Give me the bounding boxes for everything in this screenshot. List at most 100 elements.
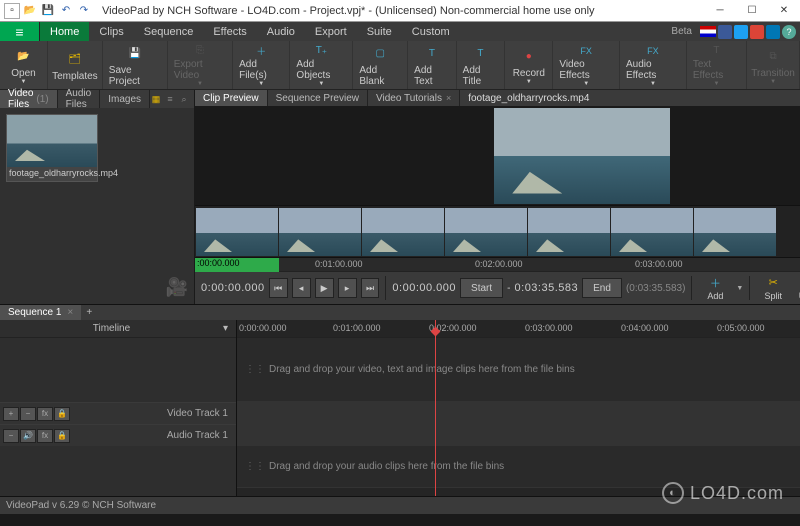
close-icon[interactable]: × bbox=[67, 307, 73, 318]
bin-tab-audio[interactable]: Audio Files bbox=[58, 90, 101, 108]
audio-track-1[interactable] bbox=[237, 424, 800, 446]
goto-end-button[interactable]: ⏭ bbox=[361, 278, 380, 298]
step-back-button[interactable]: ◂ bbox=[292, 278, 311, 298]
clip-in-region: :00:00.000 bbox=[195, 258, 279, 272]
qat-open-icon[interactable]: 📂 bbox=[22, 3, 38, 19]
filmstrip-frame[interactable] bbox=[611, 208, 693, 256]
minimize-button[interactable]: ─ bbox=[704, 0, 736, 22]
media-thumb[interactable]: footage_oldharryrocks.mp4 bbox=[6, 114, 98, 182]
add-text-icon: T bbox=[421, 43, 443, 64]
tab-clips[interactable]: Clips bbox=[89, 22, 133, 41]
tab-audio[interactable]: Audio bbox=[257, 22, 305, 41]
filmstrip-frame[interactable] bbox=[445, 208, 527, 256]
split-button[interactable]: ✂Split bbox=[756, 276, 790, 301]
maximize-button[interactable]: ☐ bbox=[736, 0, 768, 22]
track-lock-button[interactable]: 🔒 bbox=[54, 429, 70, 443]
add-title-button[interactable]: T Add Title bbox=[457, 41, 506, 89]
chevron-down-icon[interactable]: ▾ bbox=[223, 323, 236, 334]
filmstrip-frame[interactable] bbox=[196, 208, 278, 256]
record-button[interactable]: ● Record▼ bbox=[505, 41, 553, 89]
set-end-button[interactable]: End bbox=[582, 278, 622, 298]
flag-icon[interactable] bbox=[700, 26, 716, 37]
unlink-button[interactable]: ⛓Unlink bbox=[794, 276, 800, 301]
filmstrip[interactable] bbox=[195, 205, 800, 257]
preview-tab-sequence[interactable]: Sequence Preview bbox=[268, 90, 368, 106]
preview-tab-tutorials[interactable]: Video Tutorials× bbox=[368, 90, 460, 106]
audio-effects-button[interactable]: FX Audio Effects▼ bbox=[620, 41, 687, 89]
tab-effects[interactable]: Effects bbox=[203, 22, 256, 41]
bin-area[interactable]: footage_oldharryrocks.mp4 🎥 bbox=[0, 108, 194, 304]
menu-button[interactable]: ≡ bbox=[0, 22, 40, 41]
timeline-tracks[interactable]: 0:00:00.000 0:01:00.000 0:02:00.000 0:03… bbox=[237, 320, 800, 496]
tab-export[interactable]: Export bbox=[305, 22, 357, 41]
track-fx-button[interactable]: fx bbox=[37, 407, 53, 421]
video-drop-hint: Drag and drop your video, text and image… bbox=[269, 364, 575, 375]
export-video-button[interactable]: ⎘ Export Video▼ bbox=[168, 41, 233, 89]
gplus-icon[interactable] bbox=[750, 25, 764, 39]
track-lock-button[interactable]: 🔒 bbox=[54, 407, 70, 421]
preview-image bbox=[494, 108, 670, 204]
bin-view-list-icon[interactable]: ≡ bbox=[164, 93, 176, 105]
bin-search-icon[interactable]: ⌕ bbox=[178, 93, 190, 105]
twitter-icon[interactable] bbox=[734, 25, 748, 39]
facebook-icon[interactable] bbox=[718, 25, 732, 39]
filmstrip-frame[interactable] bbox=[694, 208, 776, 256]
add-objects-button[interactable]: T₊ Add Objects▼ bbox=[290, 41, 353, 89]
media-thumb-name: footage_oldharryrocks.mp4 bbox=[7, 167, 97, 181]
timeline-playhead[interactable] bbox=[435, 320, 436, 496]
preview-tab-clip[interactable]: Clip Preview bbox=[195, 90, 268, 106]
add-blank-button[interactable]: ▢ Add Blank bbox=[353, 41, 408, 89]
save-project-button[interactable]: 💾 Save Project bbox=[103, 41, 168, 89]
qat-new-icon[interactable]: ▫ bbox=[4, 3, 20, 19]
linkedin-icon[interactable] bbox=[766, 25, 780, 39]
track-add-button[interactable]: + bbox=[3, 407, 19, 421]
tab-sequence[interactable]: Sequence bbox=[134, 22, 204, 41]
watermark-logo-icon: ◐ bbox=[662, 482, 684, 504]
sequence-tab-1[interactable]: Sequence 1× bbox=[0, 305, 81, 320]
bin-view-grid-icon[interactable]: ▦ bbox=[150, 93, 162, 105]
qat-redo-icon[interactable]: ↷ bbox=[76, 3, 92, 19]
play-button[interactable]: ▶ bbox=[315, 278, 334, 298]
folder-open-icon: 📂 bbox=[13, 45, 35, 67]
filmstrip-frame[interactable] bbox=[528, 208, 610, 256]
preview-tabs: Clip Preview Sequence Preview Video Tuto… bbox=[195, 90, 800, 106]
close-icon[interactable]: × bbox=[446, 93, 451, 103]
tab-custom[interactable]: Custom bbox=[402, 22, 460, 41]
add-sequence-button[interactable]: + bbox=[81, 305, 97, 320]
qat-save-icon[interactable]: 💾 bbox=[40, 3, 56, 19]
filmstrip-frame[interactable] bbox=[362, 208, 444, 256]
tab-home[interactable]: Home bbox=[40, 22, 89, 41]
track-fx-button[interactable]: fx bbox=[37, 429, 53, 443]
step-fwd-button[interactable]: ▸ bbox=[338, 278, 357, 298]
timeline-ruler[interactable]: 0:00:00.000 0:01:00.000 0:02:00.000 0:03… bbox=[237, 320, 800, 338]
filmstrip-frame[interactable] bbox=[279, 208, 361, 256]
bin-tab-images[interactable]: Images bbox=[100, 90, 150, 108]
open-button[interactable]: 📂 Open▼ bbox=[0, 41, 48, 89]
clip-time-ruler[interactable]: :00:00.000 0:01:00.000 0:02:00.000 0:03:… bbox=[195, 257, 800, 271]
bin-tab-video[interactable]: Video Files (1) bbox=[0, 90, 58, 108]
track-remove-button[interactable]: − bbox=[20, 407, 36, 421]
add-clip-button[interactable]: ＋Add bbox=[698, 276, 732, 301]
duration-label: (0:03:35.583) bbox=[626, 283, 686, 294]
add-files-button[interactable]: ＋ Add File(s)▼ bbox=[233, 41, 290, 89]
close-button[interactable]: ✕ bbox=[768, 0, 800, 22]
status-text: VideoPad v 6.29 © NCH Software bbox=[6, 500, 156, 511]
window-title: VideoPad by NCH Software - LO4D.com - Pr… bbox=[96, 5, 704, 17]
track-remove-button[interactable]: − bbox=[3, 429, 19, 443]
video-track-1[interactable] bbox=[237, 402, 800, 424]
templates-icon: 🗂 bbox=[64, 48, 86, 70]
goto-start-button[interactable]: ⏮ bbox=[269, 278, 288, 298]
add-text-button[interactable]: T Add Text bbox=[408, 41, 457, 89]
chevron-down-icon[interactable]: ▼ bbox=[736, 285, 743, 292]
help-icon[interactable]: ? bbox=[782, 25, 796, 39]
video-effects-button[interactable]: FX Video Effects▼ bbox=[553, 41, 620, 89]
templates-button[interactable]: 🗂 Templates bbox=[48, 41, 103, 89]
text-effects-button[interactable]: T Text Effects▼ bbox=[687, 41, 747, 89]
timeline-header[interactable]: Timeline ▾ bbox=[0, 320, 236, 338]
tab-suite[interactable]: Suite bbox=[357, 22, 402, 41]
set-start-button[interactable]: Start bbox=[460, 278, 503, 298]
video-track-drop-area[interactable]: ⋮⋮ Drag and drop your video, text and im… bbox=[237, 338, 800, 402]
transition-button[interactable]: ⧉ Transition▼ bbox=[747, 41, 800, 89]
track-mute-button[interactable]: 🔊 bbox=[20, 429, 36, 443]
qat-undo-icon[interactable]: ↶ bbox=[58, 3, 74, 19]
